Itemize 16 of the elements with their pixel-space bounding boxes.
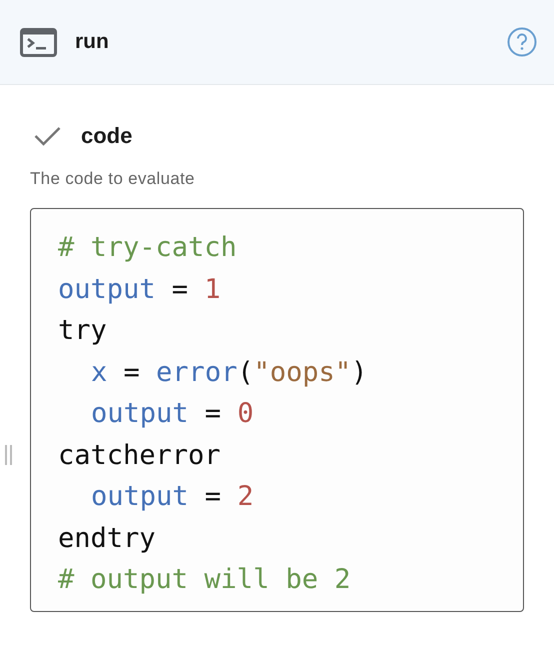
field-description: The code to evaluate <box>30 169 196 189</box>
panel-title: run <box>75 30 110 54</box>
drag-handle-icon[interactable] <box>5 445 12 465</box>
code-line: output = 2 <box>91 480 255 514</box>
code-line: endtry <box>58 522 157 556</box>
code-line: output = 1 <box>58 272 222 306</box>
field-label: code <box>81 123 132 149</box>
terminal-icon <box>20 28 57 56</box>
code-line: output = 0 <box>91 397 255 431</box>
code-line: # output will be 2 <box>58 563 352 597</box>
code-editor[interactable]: # try-catch output = 1 try x = error("oops") output = 0 catcherror output = 2 endtry # output will be 2 <box>30 208 524 612</box>
help-icon[interactable] <box>507 27 537 57</box>
code-line: # try-catch <box>58 231 238 265</box>
code-line: try <box>58 314 108 348</box>
code-line: x = error("oops") <box>91 356 368 390</box>
code-line: catcherror <box>58 438 222 472</box>
